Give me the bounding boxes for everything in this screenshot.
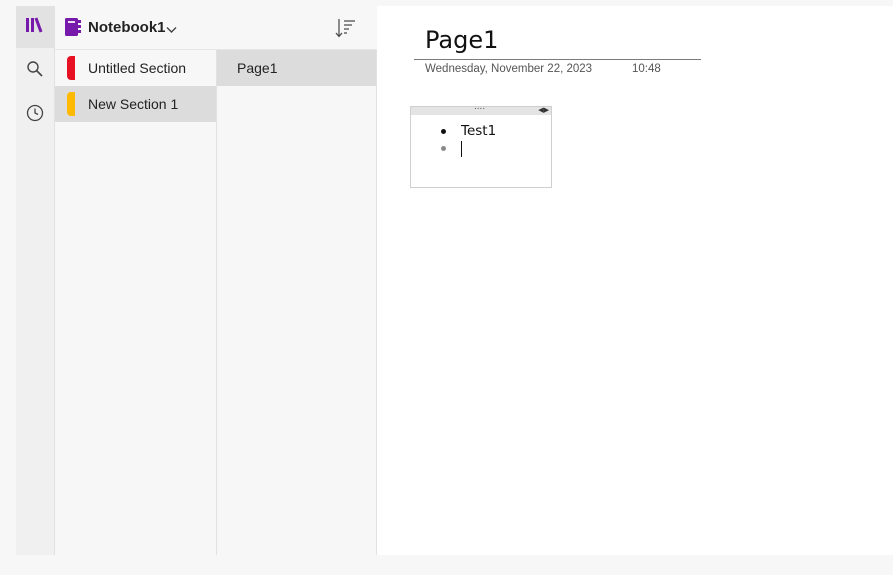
nav-rail (16, 6, 55, 555)
sections-pane: Untitled Section New Section 1 (55, 6, 217, 555)
notebooks-button[interactable] (16, 6, 54, 48)
onenote-app: Untitled Section New Section 1 Page1 Not… (16, 6, 893, 555)
notebook-icon (65, 18, 81, 41)
search-icon (26, 60, 44, 83)
notebooks-icon (25, 16, 45, 39)
bullet-icon (441, 129, 446, 134)
sort-icon (334, 19, 358, 44)
page-item-page1[interactable]: Page1 (217, 50, 376, 86)
title-underline (414, 59, 701, 60)
section-label: New Section 1 (88, 96, 179, 112)
note-container[interactable]: .... ◀▶ Test1 (410, 101, 552, 188)
drag-dots-icon: .... (474, 101, 486, 112)
section-label: Untitled Section (88, 60, 187, 76)
section-color-tab (67, 56, 75, 80)
bullet-icon (441, 146, 446, 151)
page-title[interactable]: Page1 (425, 26, 498, 54)
page-label: Page1 (237, 60, 278, 76)
notebook-selector[interactable]: Notebook1 (88, 19, 166, 36)
section-color-tab (67, 92, 75, 116)
note-drag-handle[interactable]: .... ◀▶ (411, 101, 551, 115)
chevron-down-icon[interactable] (166, 21, 177, 39)
recent-notes-button[interactable] (16, 94, 54, 136)
page-date: Wednesday, November 22, 2023 (425, 63, 593, 75)
note-list-item[interactable]: Test1 (461, 123, 496, 139)
page-canvas[interactable]: Page1 Wednesday, November 22, 2023 10:48… (377, 6, 893, 555)
section-item-untitled[interactable]: Untitled Section (55, 50, 216, 86)
notebook-header: Notebook1 (55, 6, 377, 50)
search-button[interactable] (16, 50, 54, 92)
section-item-new-section-1[interactable]: New Section 1 (55, 86, 216, 122)
page-time: 10:48 (632, 63, 661, 75)
sort-pages-button[interactable] (334, 16, 358, 40)
recent-clock-icon (26, 104, 44, 127)
resize-arrows-icon[interactable]: ◀▶ (538, 106, 549, 114)
text-cursor (461, 141, 462, 157)
pages-pane: Page1 (217, 6, 377, 555)
